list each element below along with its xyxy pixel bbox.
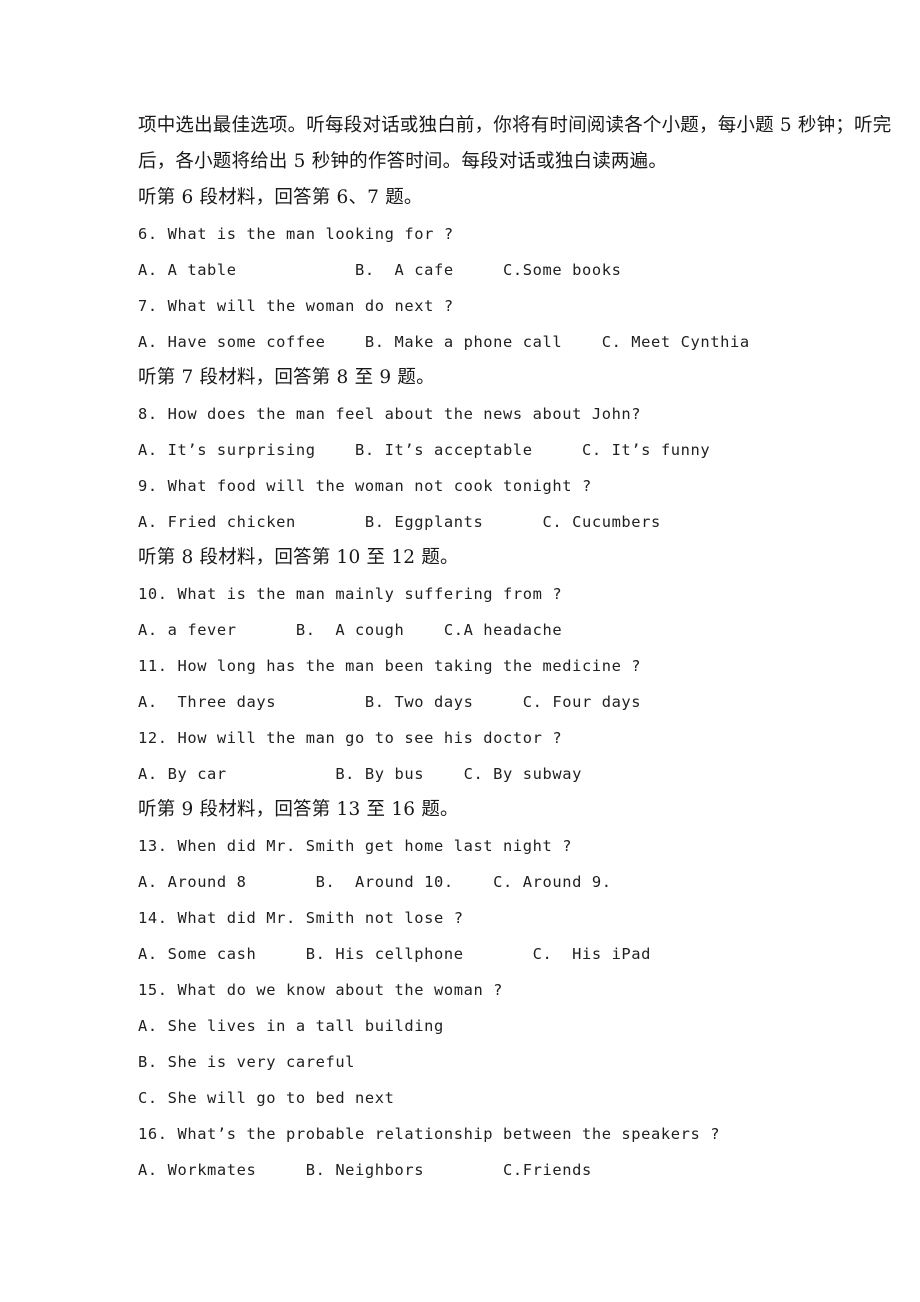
question-14-stem: 14. What did Mr. Smith not lose ? [138,909,464,927]
question-7-options: A. Have some coffee B. Make a phone call… [138,333,750,351]
question-10-options: A. a fever B. A cough C.A headache [138,621,563,639]
question-9-stem: 9. What food will the woman not cook ton… [138,477,592,495]
question-11-options: A. Three days B. Two days C. Four days [138,693,642,711]
question-15-option-b: B. She is very careful [138,1053,356,1071]
question-9-options: A. Fried chicken B. Eggplants C. Cucumbe… [138,513,661,531]
section-header-8-9: 听第 7 段材料，回答第 8 至 9 题。 [138,367,435,388]
section-header-10-12: 听第 8 段材料，回答第 10 至 12 题。 [138,547,459,568]
question-12-options: A. By car B. By bus C. By subway [138,765,582,783]
question-8-stem: 8. How does the man feel about the news … [138,405,642,423]
question-13-options: A. Around 8 B. Around 10. C. Around 9. [138,873,612,891]
question-8-options: A. It’s surprising B. It’s acceptable C.… [138,441,711,459]
question-12-stem: 12. How will the man go to see his docto… [138,729,563,747]
question-6-stem: 6. What is the man looking for ? [138,225,454,243]
question-11-stem: 11. How long has the man been taking the… [138,657,642,675]
question-7-stem: 7. What will the woman do next ? [138,297,454,315]
question-16-options: A. Workmates B. Neighbors C.Friends [138,1161,592,1179]
instruction-line-1: 项中选出最佳选项。听每段对话或独白前，你将有时间阅读各个小题，每小题 5 秒钟；… [138,115,892,136]
section-header-13-16: 听第 9 段材料，回答第 13 至 16 题。 [138,799,459,820]
question-15-stem: 15. What do we know about the woman ? [138,981,504,999]
question-15-option-a: A. She lives in a tall building [138,1017,444,1035]
question-15-option-c: C. She will go to bed next [138,1089,395,1107]
question-16-stem: 16. What’s the probable relationship bet… [138,1125,721,1143]
question-10-stem: 10. What is the man mainly suffering fro… [138,585,563,603]
question-13-stem: 13. When did Mr. Smith get home last nig… [138,837,573,855]
question-14-options: A. Some cash B. His cellphone C. His iPa… [138,945,652,963]
exam-page: 项中选出最佳选项。听每段对话或独白前，你将有时间阅读各个小题，每小题 5 秒钟；… [0,0,920,1302]
exam-content-column: 项中选出最佳选项。听每段对话或独白前，你将有时间阅读各个小题，每小题 5 秒钟；… [138,108,892,1188]
instruction-line-2: 后，各小题将给出 5 秒钟的作答时间。每段对话或独白读两遍。 [138,151,668,172]
question-6-options: A. A table B. A cafe C.Some books [138,261,622,279]
section-header-6-7: 听第 6 段材料，回答第 6、7 题。 [138,187,423,208]
